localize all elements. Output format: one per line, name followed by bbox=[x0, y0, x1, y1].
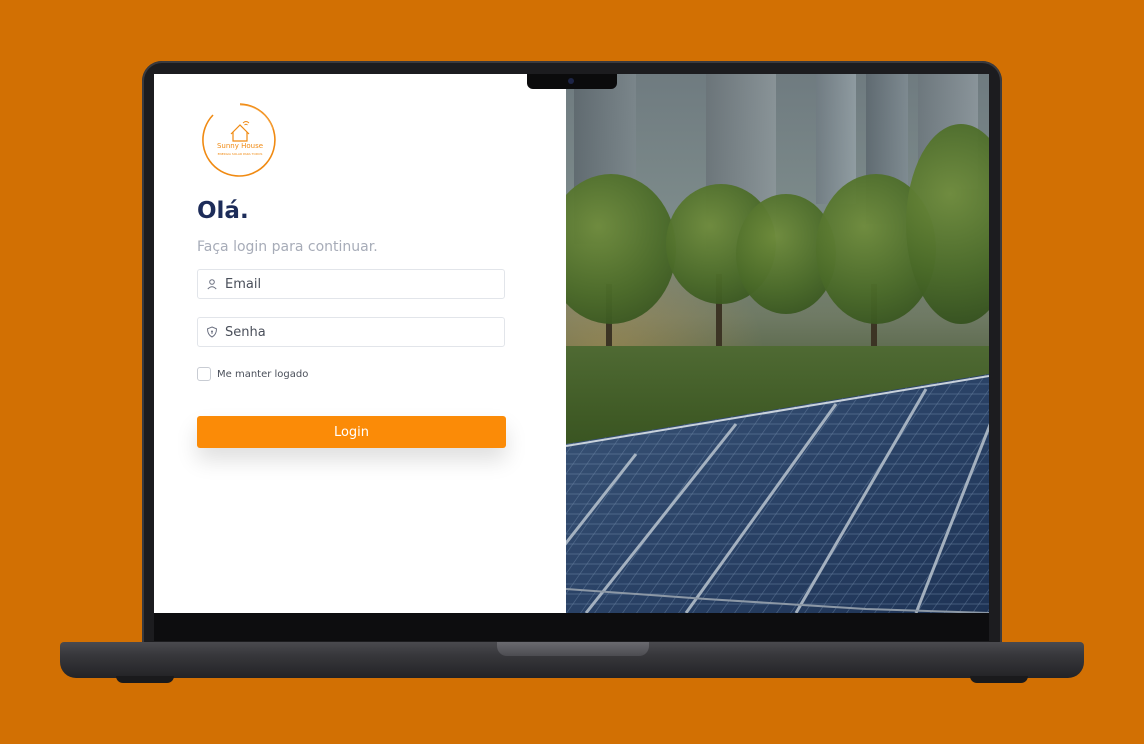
login-button[interactable]: Login bbox=[197, 416, 506, 448]
laptop-screen: Sunny House ENERGIA SOLAR PARA TODOS Olá… bbox=[154, 74, 989, 613]
hero-photo bbox=[566, 74, 989, 613]
house-wifi-icon bbox=[230, 121, 250, 142]
solar-panels bbox=[566, 374, 989, 613]
user-icon bbox=[207, 279, 217, 290]
page-title: Olá. bbox=[197, 198, 249, 224]
password-field[interactable] bbox=[197, 317, 505, 347]
screen-bezel bbox=[154, 613, 989, 641]
shield-icon bbox=[206, 326, 218, 338]
logo-tagline: ENERGIA SOLAR PARA TODOS bbox=[217, 152, 263, 156]
logo-circle-icon bbox=[202, 103, 276, 177]
laptop-foot bbox=[116, 676, 174, 683]
laptop-mockup: Sunny House ENERGIA SOLAR PARA TODOS Olá… bbox=[0, 0, 1144, 744]
laptop-opening-notch bbox=[497, 642, 649, 656]
remember-label: Me manter logado bbox=[217, 368, 309, 380]
remember-me[interactable]: Me manter logado bbox=[197, 367, 308, 381]
camera-icon bbox=[568, 78, 574, 84]
password-input[interactable] bbox=[225, 324, 495, 340]
brand-logo: Sunny House ENERGIA SOLAR PARA TODOS bbox=[201, 101, 279, 179]
page-subtitle: Faça login para continuar. bbox=[197, 239, 378, 255]
email-input[interactable] bbox=[225, 276, 495, 292]
logo-brand-text: Sunny House bbox=[216, 142, 264, 150]
email-field[interactable] bbox=[197, 269, 505, 299]
camera-notch bbox=[527, 74, 617, 89]
remember-checkbox[interactable] bbox=[197, 367, 211, 381]
laptop-foot bbox=[970, 676, 1028, 683]
login-panel: Sunny House ENERGIA SOLAR PARA TODOS Olá… bbox=[154, 74, 566, 613]
